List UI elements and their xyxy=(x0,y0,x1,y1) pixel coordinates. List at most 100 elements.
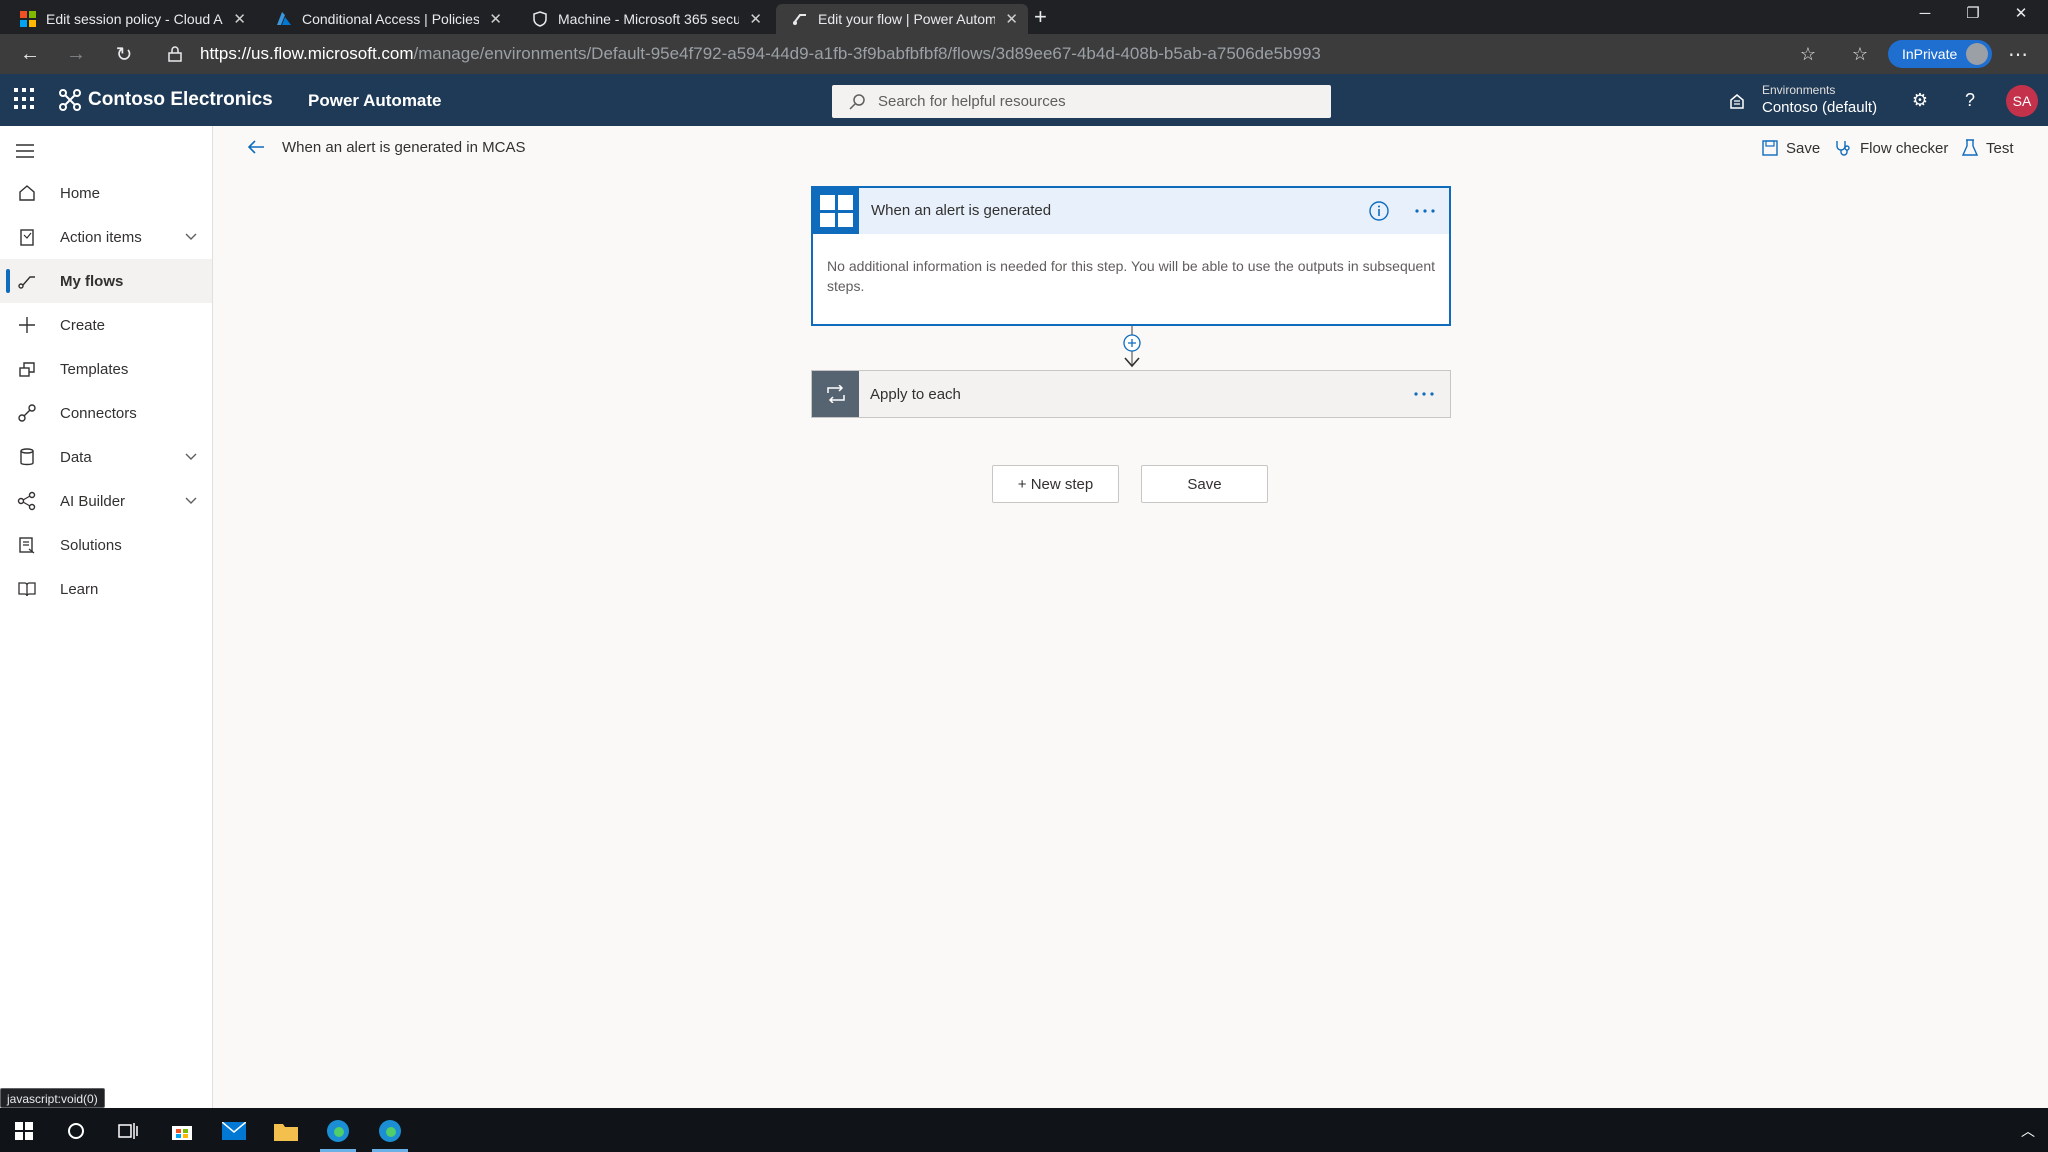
chevron-up-icon[interactable]: ︿ xyxy=(2008,1114,2048,1148)
home-icon xyxy=(19,185,35,201)
back-icon[interactable]: ← xyxy=(16,42,44,66)
edge-browser-icon[interactable] xyxy=(318,1114,358,1152)
trigger-description: No additional information is needed for … xyxy=(827,258,1435,294)
close-tab-icon[interactable]: ✕ xyxy=(489,10,502,28)
environment-picker[interactable]: Environments Contoso (default) xyxy=(1762,83,1877,116)
inprivate-badge[interactable]: InPrivate xyxy=(1888,40,1992,68)
sidebar-item-learn[interactable]: Learn xyxy=(0,567,212,611)
profile-avatar-icon xyxy=(1966,43,1988,65)
clipboard-icon xyxy=(20,229,34,246)
url-field[interactable]: https://us.flow.microsoft.com/manage/env… xyxy=(200,44,1321,64)
save-command-label: Save xyxy=(1786,139,1821,157)
minimize-icon[interactable]: ─ xyxy=(1902,0,1948,26)
sidebar-item-my-flows[interactable]: My flows xyxy=(0,259,212,303)
tab-title: Machine - Microsoft 365 security xyxy=(558,11,740,27)
close-tab-icon[interactable]: ✕ xyxy=(233,10,246,28)
browser-tab-strip: Edit session policy - Cloud App S ✕ Cond… xyxy=(0,0,2048,34)
windows-start-icon[interactable] xyxy=(4,1114,44,1148)
chevron-down-icon[interactable] xyxy=(184,493,198,507)
chevron-down-icon[interactable] xyxy=(184,229,198,243)
insert-step-plus-icon[interactable] xyxy=(1120,326,1144,368)
status-bar-link: javascript:void(0) xyxy=(0,1088,105,1108)
save-disk-icon xyxy=(1762,140,1778,156)
environment-icon xyxy=(1730,94,1744,109)
sidebar-item-templates[interactable]: Templates xyxy=(0,347,212,391)
search-placeholder: Search for helpful resources xyxy=(878,93,1066,110)
stethoscope-icon xyxy=(1836,141,1850,156)
trigger-card[interactable]: When an alert is generated No additional… xyxy=(811,186,1451,326)
more-options-icon[interactable] xyxy=(1413,201,1437,221)
sidebar-item-solutions[interactable]: Solutions xyxy=(0,523,212,567)
back-arrow-icon[interactable] xyxy=(246,138,266,156)
browser-tab-1[interactable]: Edit session policy - Cloud App S ✕ xyxy=(4,4,256,34)
settings-gear-icon[interactable]: ⚙ xyxy=(1908,88,1932,112)
tab-title: Conditional Access | Policies - M xyxy=(302,11,480,27)
sidebar-item-label: Solutions xyxy=(60,536,122,554)
refresh-icon[interactable]: ↻ xyxy=(110,42,138,66)
search-circle-icon[interactable] xyxy=(56,1114,96,1148)
apply-to-each-card[interactable]: Apply to each xyxy=(811,370,1451,418)
book-icon xyxy=(18,582,36,597)
save-button[interactable]: Save xyxy=(1141,465,1268,503)
url-host: https://us.flow.microsoft.com xyxy=(200,44,414,63)
sidebar-item-label: My flows xyxy=(60,272,124,290)
chevron-down-icon[interactable] xyxy=(184,449,198,463)
trigger-card-header[interactable]: When an alert is generated xyxy=(813,188,1449,234)
lock-icon[interactable] xyxy=(168,46,182,62)
windows-logo-icon xyxy=(813,188,859,234)
windows-taskbar: ︿ xyxy=(0,1108,2048,1152)
help-icon[interactable]: ? xyxy=(1958,88,1982,112)
restore-icon[interactable]: ❐ xyxy=(1950,0,1996,26)
search-input[interactable]: Search for helpful resources xyxy=(832,85,1331,118)
trigger-title: When an alert is generated xyxy=(871,202,1052,219)
store-icon[interactable] xyxy=(162,1114,202,1148)
flow-title: When an alert is generated in MCAS xyxy=(282,139,526,156)
info-icon[interactable] xyxy=(1367,201,1391,221)
org-name[interactable]: Contoso Electronics xyxy=(88,89,273,111)
sidebar-item-label: Connectors xyxy=(60,404,137,422)
search-icon xyxy=(849,94,865,110)
task-view-icon[interactable] xyxy=(108,1114,148,1148)
favorite-star-icon[interactable]: ☆ xyxy=(1794,42,1822,66)
close-tab-icon[interactable]: ✕ xyxy=(1005,10,1018,28)
sidebar-item-create[interactable]: Create xyxy=(0,303,212,347)
edge-browser-icon[interactable] xyxy=(370,1114,410,1152)
hamburger-menu-icon[interactable] xyxy=(16,144,34,158)
contoso-logo-icon xyxy=(59,89,81,111)
flow-checker-button[interactable]: Flow checker xyxy=(1834,136,1948,160)
user-avatar[interactable]: SA xyxy=(2006,85,2038,117)
tab-title: Edit session policy - Cloud App S xyxy=(46,11,223,27)
browser-tab-3[interactable]: Machine - Microsoft 365 security ✕ xyxy=(516,4,772,34)
mail-icon[interactable] xyxy=(214,1114,254,1148)
more-options-icon[interactable]: ⋯ xyxy=(2004,42,2032,66)
close-window-icon[interactable]: ✕ xyxy=(1998,0,2044,26)
microsoft-logo-icon xyxy=(20,11,36,27)
sidebar-item-connectors[interactable]: Connectors xyxy=(0,391,212,435)
sidebar-item-action-items[interactable]: Action items xyxy=(0,215,212,259)
app-launcher-icon[interactable] xyxy=(14,88,36,110)
power-automate-icon xyxy=(793,14,806,25)
left-nav: Home Action items My flows Create Templa… xyxy=(0,126,213,1108)
forward-icon[interactable]: → xyxy=(62,42,90,66)
sidebar-item-ai-builder[interactable]: AI Builder xyxy=(0,479,212,523)
beaker-icon xyxy=(1962,139,1978,156)
browser-tab-2[interactable]: Conditional Access | Policies - M ✕ xyxy=(260,4,512,34)
save-command-button[interactable]: Save xyxy=(1762,136,1820,160)
loop-icon xyxy=(812,371,859,417)
test-button[interactable]: Test xyxy=(1962,136,2014,160)
new-tab-icon[interactable]: + xyxy=(1034,4,1047,30)
step-title: Apply to each xyxy=(870,386,961,403)
browser-tab-4[interactable]: Edit your flow | Power Automate ✕ xyxy=(776,4,1028,34)
product-name[interactable]: Power Automate xyxy=(308,91,442,111)
environment-value: Contoso (default) xyxy=(1762,99,1878,116)
favorites-icon[interactable]: ☆ xyxy=(1846,42,1874,66)
database-icon xyxy=(20,448,34,466)
sidebar-item-label: Data xyxy=(60,448,92,466)
tab-title: Edit your flow | Power Automate xyxy=(818,11,996,27)
sidebar-item-home[interactable]: Home xyxy=(0,171,212,215)
close-tab-icon[interactable]: ✕ xyxy=(749,10,762,28)
more-options-icon[interactable] xyxy=(1412,384,1436,404)
new-step-button[interactable]: + New step xyxy=(992,465,1119,503)
file-explorer-icon[interactable] xyxy=(266,1114,306,1148)
sidebar-item-data[interactable]: Data xyxy=(0,435,212,479)
